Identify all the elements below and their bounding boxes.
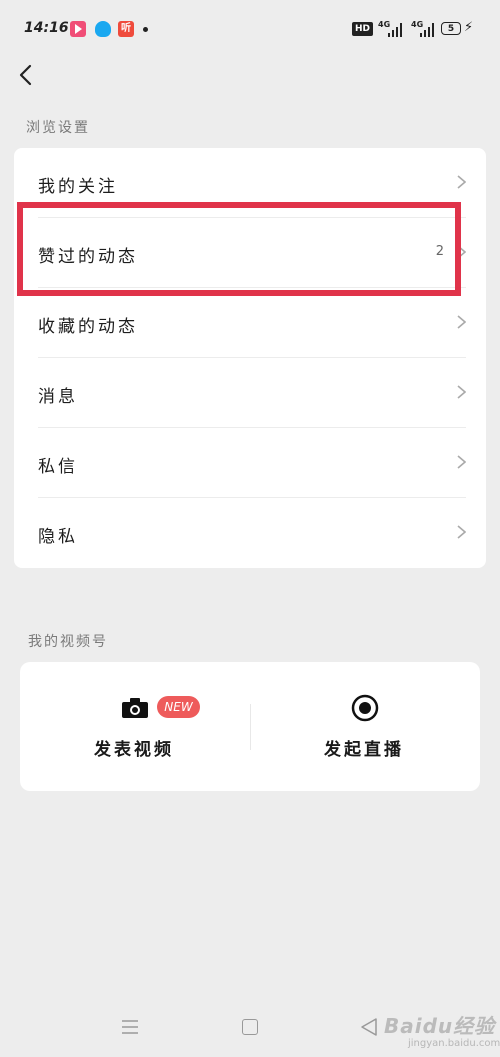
charging-icon: ⚡ bbox=[464, 20, 474, 35]
signal-strength-icon bbox=[388, 23, 404, 37]
go-live-label: 发起直播 bbox=[324, 740, 404, 760]
go-live-button[interactable]: 发起直播 bbox=[250, 662, 480, 791]
publish-video-label: 发表视频 bbox=[94, 740, 174, 760]
row-label: 隐私 bbox=[38, 527, 78, 547]
chevron-right-icon bbox=[457, 385, 466, 399]
liked-count-badge: 2 bbox=[435, 244, 444, 259]
chevron-right-icon bbox=[457, 525, 466, 539]
notification-dot-icon bbox=[143, 27, 148, 32]
video-app-icon bbox=[70, 21, 86, 37]
publish-video-button[interactable]: NEW 发表视频 bbox=[20, 662, 250, 791]
status-bar: 14:16 听 HD 4G 4G 5 ⚡ bbox=[0, 0, 500, 60]
baidu-watermark-url: jingyan.baidu.com bbox=[408, 1038, 500, 1049]
status-time: 14:16 bbox=[24, 20, 69, 36]
menu-icon[interactable] bbox=[121, 1019, 139, 1035]
browse-settings-label: 浏览设置 bbox=[26, 120, 90, 136]
live-record-icon bbox=[351, 694, 379, 722]
row-label: 赞过的动态 bbox=[38, 247, 138, 267]
row-label: 收藏的动态 bbox=[38, 317, 138, 337]
row-privacy[interactable]: 隐私 bbox=[14, 498, 486, 568]
chevron-right-icon bbox=[457, 455, 466, 469]
chevron-right-icon bbox=[457, 175, 466, 189]
back-button[interactable] bbox=[12, 60, 42, 90]
hd-badge: HD bbox=[352, 22, 374, 36]
my-channel-card: NEW 发表视频 发起直播 bbox=[20, 662, 480, 791]
row-messages[interactable]: 消息 bbox=[14, 358, 486, 428]
camera-icon bbox=[122, 698, 148, 718]
baidu-watermark: Baidu经验 bbox=[384, 1014, 496, 1038]
new-badge: NEW bbox=[157, 696, 200, 718]
browse-settings-card: 我的关注 赞过的动态 2 收藏的动态 消息 私信 隐私 bbox=[14, 148, 486, 568]
chevron-right-icon bbox=[457, 245, 466, 259]
row-label: 我的关注 bbox=[38, 177, 118, 197]
signal-strength-2-icon bbox=[420, 23, 436, 37]
row-label: 消息 bbox=[38, 387, 78, 407]
row-private-messages[interactable]: 私信 bbox=[14, 428, 486, 498]
row-liked-moments[interactable]: 赞过的动态 2 bbox=[14, 218, 486, 288]
row-my-follows[interactable]: 我的关注 bbox=[14, 148, 486, 218]
battery-icon: 5 bbox=[441, 22, 461, 35]
row-favorite-moments[interactable]: 收藏的动态 bbox=[14, 288, 486, 358]
listen-app-icon: 听 bbox=[118, 21, 134, 37]
qq-app-icon bbox=[95, 21, 111, 37]
nav-back-icon[interactable] bbox=[360, 1017, 378, 1037]
my-channel-label: 我的视频号 bbox=[28, 634, 108, 650]
row-label: 私信 bbox=[38, 457, 78, 477]
back-arrow-icon bbox=[19, 64, 32, 86]
chevron-right-icon bbox=[457, 315, 466, 329]
home-icon[interactable] bbox=[242, 1019, 258, 1035]
